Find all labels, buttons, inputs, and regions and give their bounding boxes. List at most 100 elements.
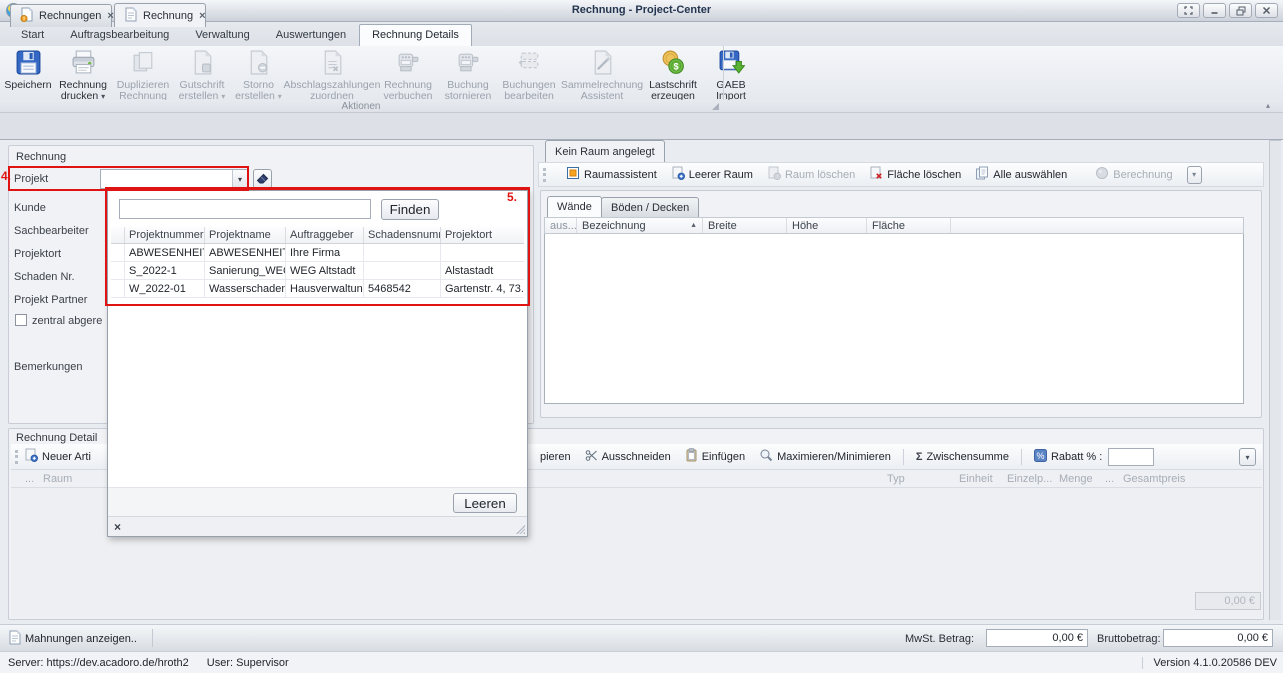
toolbar-drag-handle[interactable]	[15, 450, 18, 464]
ribbon-collapse-button[interactable]: ▴	[1262, 102, 1274, 111]
column-header[interactable]: Schadensnummer	[364, 227, 441, 243]
lastschrift-erzeugen-button[interactable]: $ Lastschrift erzeugen	[644, 47, 702, 99]
subtab-waende[interactable]: Wände	[547, 196, 602, 217]
button-label: Rechnung drucken	[59, 79, 107, 102]
projekt-input[interactable]	[100, 169, 248, 189]
tab-rechnung-details[interactable]: Rechnung Details	[359, 24, 472, 46]
credit-note-document-icon	[189, 49, 216, 79]
close-popup-icon[interactable]: ×	[114, 520, 121, 534]
column-header-breite[interactable]: Breite	[703, 218, 787, 233]
mwst-label: MwSt. Betrag:	[905, 633, 974, 645]
combo-dropdown-icon[interactable]: ▾	[232, 170, 247, 188]
fullscreen-button[interactable]	[1177, 3, 1200, 18]
speichern-button[interactable]: Speichern	[3, 47, 53, 99]
neuer-artikel-button[interactable]: Neuer Arti	[24, 448, 91, 465]
alle-auswaehlen-button[interactable]: Alle auswählen	[975, 166, 1067, 183]
percent-icon: %	[1034, 449, 1047, 465]
right-collapsed-panel-strip[interactable]	[1269, 140, 1281, 620]
column-header-flaeche[interactable]: Fläche	[867, 218, 951, 233]
mwst-input[interactable]	[986, 629, 1088, 647]
clear-projekt-button[interactable]	[253, 169, 272, 189]
project-table-header: Projektnummer Projektname Auftraggeber S…	[111, 227, 524, 244]
row-selector-header[interactable]	[111, 227, 125, 243]
minimize-button[interactable]	[1203, 3, 1226, 18]
flaeche-loeschen-button[interactable]: Fläche löschen	[869, 166, 961, 183]
toolbar-separator	[1021, 449, 1022, 465]
document-tab-row	[0, 113, 1283, 140]
cell: S_2022-1	[125, 262, 205, 279]
version-text: Version 4.1.0.20586 DEV	[1142, 657, 1277, 669]
close-tab-icon[interactable]: ×	[199, 10, 205, 22]
project-row-s2022-1[interactable]: S_2022-1 Sanierung_WEG... WEG Altstadt A…	[111, 262, 524, 280]
cell	[364, 244, 441, 261]
column-header-aus[interactable]: aus...	[545, 218, 577, 233]
finden-button[interactable]: Finden	[381, 199, 439, 220]
project-search-input[interactable]	[119, 199, 371, 219]
toolbar-overflow-button[interactable]: ▾	[1239, 448, 1256, 466]
rabatt-input[interactable]	[1108, 448, 1154, 466]
toolbar-drag-handle[interactable]	[543, 168, 546, 182]
button-label: Abschlagszahlungen zuordnen	[284, 79, 381, 102]
kopieren-button-partial[interactable]: pieren	[540, 451, 571, 463]
room-grid-body[interactable]	[544, 234, 1244, 404]
column-header[interactable]: Auftraggeber	[286, 227, 364, 243]
doc-tab-label: Rechnungen	[39, 10, 101, 22]
column-header[interactable]: Projektname	[205, 227, 286, 243]
column-header[interactable]: Projektnummer	[125, 227, 205, 243]
button-label: GAEB Import	[716, 79, 746, 102]
schaden-nr-label: Schaden Nr.	[14, 271, 75, 283]
ausschneiden-button[interactable]: Ausschneiden	[585, 449, 671, 465]
magnifier-icon	[759, 448, 773, 465]
brutto-input[interactable]	[1163, 629, 1273, 647]
close-tab-icon[interactable]: ×	[107, 10, 113, 22]
room-toolbar: Raumassistent Leerer Raum Raum löschen F…	[538, 162, 1264, 187]
mahnungen-anzeigen-button[interactable]: Mahnungen anzeigen..	[8, 630, 137, 648]
close-button[interactable]	[1255, 3, 1278, 18]
coins-icon: $	[660, 49, 687, 79]
resize-grip[interactable]	[515, 524, 525, 534]
posting-machine-icon	[395, 49, 422, 79]
subtab-boeden-decken[interactable]: Böden / Decken	[601, 197, 699, 217]
projekt-combobox[interactable]: ▾	[100, 169, 248, 189]
invoices-list-icon: !	[20, 7, 33, 25]
cell: Sanierung_WEG...	[205, 262, 286, 279]
project-row-abwesenheit[interactable]: ABWESENHEIT ABWESENHEIT Ihre Firma	[111, 244, 524, 262]
row-selector	[111, 262, 125, 279]
maximieren-minimieren-button[interactable]: Maximieren/Minimieren	[759, 448, 891, 465]
zentral-checkbox[interactable]	[15, 314, 27, 326]
project-table: Projektnummer Projektname Auftraggeber S…	[111, 227, 524, 298]
project-row-w2022-01[interactable]: W_2022-01 Wasserschaden... Hausverwaltun…	[111, 280, 524, 298]
tab-auftragsbearbeitung[interactable]: Auftragsbearbeitung	[57, 24, 182, 46]
column-label: Bezeichnung	[582, 220, 646, 232]
restore-button[interactable]	[1229, 3, 1252, 18]
tab-verwaltung[interactable]: Verwaltung	[182, 24, 262, 46]
column-header-bezeichnung[interactable]: Bezeichnung ▲	[577, 218, 703, 233]
reminder-document-icon	[8, 630, 21, 648]
group-dialog-launcher[interactable]	[712, 103, 719, 110]
button-label: Buchung stornieren	[445, 79, 492, 102]
zwischensumme-button[interactable]: Σ Zwischensumme	[916, 451, 1009, 463]
edit-bookings-icon	[516, 49, 543, 79]
popup-footer: ×	[108, 516, 527, 536]
berechnung-dropdown-button[interactable]: ▾	[1187, 166, 1202, 184]
rechnung-verbuchen-button: Rechnung verbuchen	[378, 47, 438, 99]
empty-room-add-icon	[671, 166, 685, 183]
einfuegen-button[interactable]: Einfügen	[685, 448, 745, 465]
ribbon-group-aktionen: Speichern Rechnung drucken ▾ Duplizieren…	[0, 46, 1283, 100]
raumassistent-button[interactable]: Raumassistent	[566, 166, 657, 183]
leerer-raum-button[interactable]: Leerer Raum	[671, 166, 753, 183]
column-header[interactable]: Projektort	[441, 227, 524, 243]
details-total-field: 0,00 €	[1195, 592, 1261, 610]
delete-room-icon	[767, 166, 781, 183]
doc-tab-rechnungen[interactable]: ! Rechnungen ×	[10, 4, 112, 27]
leeren-button[interactable]: Leeren	[453, 493, 517, 513]
doc-tab-rechnung[interactable]: Rechnung ×	[114, 3, 206, 27]
gaeb-import-button[interactable]: GAEB Import	[702, 47, 760, 99]
tab-auswertungen[interactable]: Auswertungen	[263, 24, 359, 46]
room-tab-kein-raum[interactable]: Kein Raum angelegt	[545, 140, 665, 162]
column-header-hoehe[interactable]: Höhe	[787, 218, 867, 233]
posting-cancel-machine-icon	[455, 49, 482, 79]
duplizieren-rechnung-button: Duplizieren Rechnung	[113, 47, 173, 99]
tab-start[interactable]: Start	[8, 24, 57, 46]
rechnung-drucken-button[interactable]: Rechnung drucken ▾	[53, 47, 113, 99]
